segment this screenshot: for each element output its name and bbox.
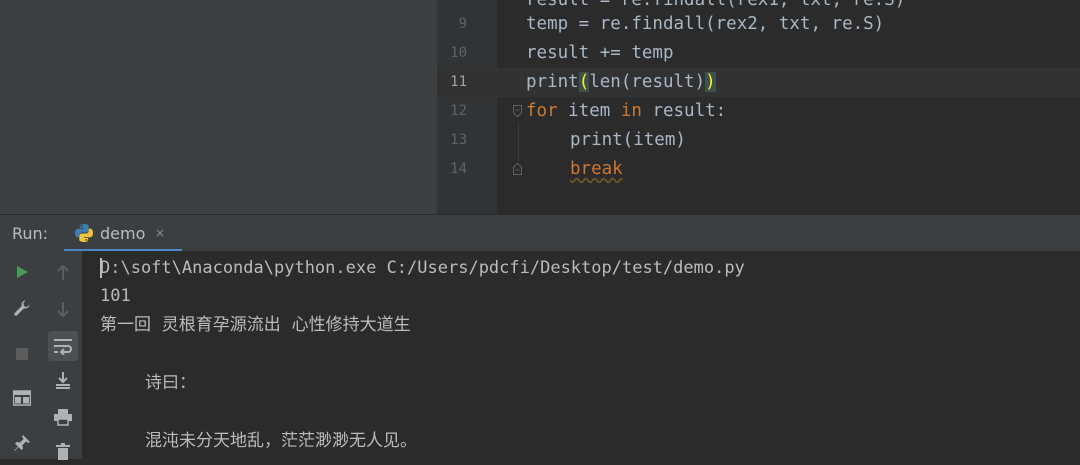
previous-occurrence-button[interactable] xyxy=(49,259,77,287)
soft-wrap-toggle[interactable] xyxy=(48,331,78,361)
code-line-10[interactable]: 10 result += temp xyxy=(437,39,1080,68)
code-token: len(result) xyxy=(589,72,706,92)
code-text: temp = re.findall(rex2, txt, re.S) xyxy=(526,14,885,34)
code-token: print xyxy=(526,72,579,92)
project-panel xyxy=(0,0,437,214)
code-editor[interactable]: result = re.findall(rex1, txt, re.S) 9 t… xyxy=(437,0,1080,214)
console-line: 第一回 灵根育孕源流出 心性修持大道生 xyxy=(100,315,411,335)
line-number: 10 xyxy=(450,45,467,61)
code-text: for item in result: xyxy=(526,97,726,126)
layout-button[interactable] xyxy=(8,384,36,412)
code-line-14[interactable]: 14 break xyxy=(437,155,1080,184)
stop-icon xyxy=(16,348,28,360)
rerun-button[interactable] xyxy=(8,258,36,286)
fold-icon[interactable] xyxy=(513,105,522,117)
stop-button[interactable] xyxy=(8,340,36,368)
code-line-12[interactable]: 12 for item in result: xyxy=(437,97,1080,126)
console-line: D:\soft\Anaconda\python.exe C:/Users/pdc… xyxy=(100,258,745,278)
tab-label: demo xyxy=(100,224,146,243)
code-line-13[interactable]: 13 print(item) xyxy=(437,126,1080,155)
python-icon xyxy=(75,224,93,242)
line-number: 11 xyxy=(450,74,467,90)
run-icon xyxy=(17,266,28,278)
settings-button[interactable] xyxy=(8,294,36,322)
code-text: result += temp xyxy=(526,43,674,63)
run-panel-title: Run: xyxy=(12,224,49,243)
matched-paren-open: ( xyxy=(578,72,590,92)
clear-all-button[interactable] xyxy=(49,437,77,465)
pin-tab-button[interactable] xyxy=(8,429,36,457)
pin-icon xyxy=(14,435,30,451)
console-line: 101 xyxy=(100,286,131,306)
down-arrow-icon xyxy=(57,302,69,318)
tab-demo[interactable]: demo × xyxy=(64,215,182,252)
code-token: item xyxy=(557,101,621,121)
console-line: 诗曰： xyxy=(145,373,196,393)
indent-guide xyxy=(518,122,519,162)
run-toolbar-primary xyxy=(0,251,44,459)
print-button[interactable] xyxy=(49,403,77,431)
line-number: 9 xyxy=(458,16,467,32)
line-number: 12 xyxy=(450,103,467,119)
code-line-11[interactable]: 11 print(len(result)) xyxy=(437,68,1080,97)
wrench-icon xyxy=(14,300,30,316)
next-occurrence-button[interactable] xyxy=(49,295,77,323)
keyword-token: in xyxy=(620,101,642,121)
fold-end-icon[interactable] xyxy=(513,163,522,175)
console-line: 混沌未分天地乱，茫茫渺渺无人见。 xyxy=(145,431,417,451)
soft-wrap-icon xyxy=(54,339,72,355)
print-icon xyxy=(54,409,72,426)
console-output[interactable]: D:\soft\Anaconda\python.exe C:/Users/pdc… xyxy=(82,251,1080,459)
scroll-to-end-button[interactable] xyxy=(49,366,77,394)
up-arrow-icon xyxy=(57,264,69,280)
matched-paren-close: ) xyxy=(705,72,716,92)
keyword-token: for xyxy=(526,101,558,121)
keyword-token: break xyxy=(570,159,623,179)
code-text: print(item) xyxy=(570,130,686,150)
scroll-to-end-icon xyxy=(56,372,70,389)
run-panel-header: Run: demo × xyxy=(0,214,1080,252)
run-toolbar-secondary xyxy=(44,251,82,460)
trash-icon xyxy=(56,443,70,460)
code-line-9[interactable]: 9 temp = re.findall(rex2, txt, re.S) xyxy=(437,10,1080,39)
code-text: print(len(result)) xyxy=(526,68,716,97)
layout-icon xyxy=(13,390,31,406)
line-number: 13 xyxy=(450,132,467,148)
code-token: result: xyxy=(641,101,727,121)
line-number: 14 xyxy=(450,161,467,177)
close-icon[interactable]: × xyxy=(155,227,165,239)
